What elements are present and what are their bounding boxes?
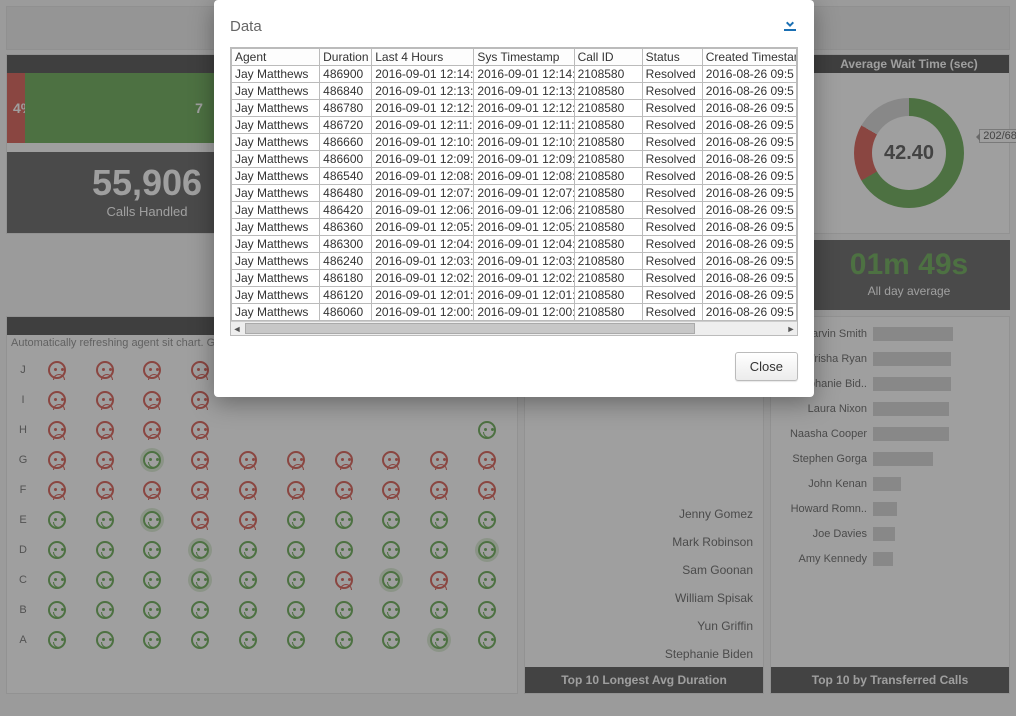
table-row[interactable]: Jay Matthews4867202016-09-01 12:11:2016-… <box>232 117 797 134</box>
col-header[interactable]: Agent <box>232 49 320 66</box>
table-row[interactable]: Jay Matthews4865402016-09-01 12:08:2016-… <box>232 168 797 185</box>
table-row[interactable]: Jay Matthews4866602016-09-01 12:10:2016-… <box>232 134 797 151</box>
table-row[interactable]: Jay Matthews4863002016-09-01 12:04:2016-… <box>232 236 797 253</box>
modal-title: Data <box>230 18 262 35</box>
col-header[interactable]: Call ID <box>574 49 642 66</box>
horizontal-scrollbar[interactable]: ◄ ► <box>231 321 797 335</box>
table-row[interactable]: Jay Matthews4867802016-09-01 12:12:2016-… <box>232 100 797 117</box>
col-header[interactable]: Duration <box>320 49 372 66</box>
table-row[interactable]: Jay Matthews4864202016-09-01 12:06:2016-… <box>232 202 797 219</box>
col-header[interactable]: Last 4 Hours <box>372 49 474 66</box>
data-modal: Data AgentDurationLast 4 HoursSys Timest… <box>214 0 814 397</box>
table-row[interactable]: Jay Matthews4860602016-09-01 12:00:2016-… <box>232 304 797 321</box>
table-row[interactable]: Jay Matthews4863602016-09-01 12:05:2016-… <box>232 219 797 236</box>
scrollbar-thumb[interactable] <box>245 323 695 334</box>
table-row[interactable]: Jay Matthews4861202016-09-01 12:01:2016-… <box>232 287 797 304</box>
col-header[interactable]: Status <box>642 49 702 66</box>
download-icon[interactable] <box>782 16 798 37</box>
table-row[interactable]: Jay Matthews4869002016-09-01 12:14:2016-… <box>232 66 797 83</box>
table-row[interactable]: Jay Matthews4861802016-09-01 12:02:2016-… <box>232 270 797 287</box>
table-row[interactable]: Jay Matthews4868402016-09-01 12:13:2016-… <box>232 83 797 100</box>
data-table: AgentDurationLast 4 HoursSys TimestampCa… <box>231 48 797 321</box>
table-row[interactable]: Jay Matthews4864802016-09-01 12:07:2016-… <box>232 185 797 202</box>
scroll-left-icon[interactable]: ◄ <box>231 322 243 335</box>
close-button[interactable]: Close <box>735 352 798 381</box>
table-row[interactable]: Jay Matthews4862402016-09-01 12:03:2016-… <box>232 253 797 270</box>
data-table-wrap: AgentDurationLast 4 HoursSys TimestampCa… <box>230 47 798 336</box>
table-row[interactable]: Jay Matthews4866002016-09-01 12:09:2016-… <box>232 151 797 168</box>
col-header[interactable]: Created Timestamp <box>702 49 796 66</box>
scroll-right-icon[interactable]: ► <box>785 322 797 335</box>
col-header[interactable]: Sys Timestamp <box>474 49 574 66</box>
